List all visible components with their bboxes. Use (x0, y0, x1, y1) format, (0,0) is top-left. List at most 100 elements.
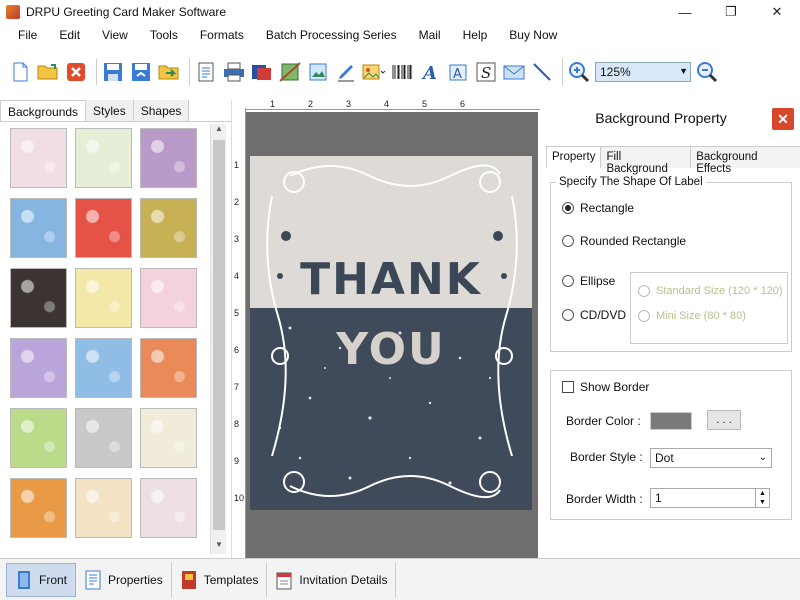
thumbnail-bg-flowers-orange[interactable] (10, 478, 67, 538)
minimize-button[interactable]: — (662, 0, 708, 24)
ruler-tick-label: 2 (308, 99, 314, 109)
print-preview-icon[interactable] (250, 60, 274, 84)
radio-rounded-rectangle[interactable]: Rounded Rectangle (562, 234, 686, 248)
thumbnail-scrollbar[interactable]: ▲ ▼ (210, 124, 226, 554)
tab-styles[interactable]: Styles (86, 100, 134, 121)
horizontal-ruler: 1 2 3 4 5 6 (240, 99, 540, 110)
save-icon[interactable] (101, 60, 125, 84)
spinner-arrows-icon[interactable]: ▲ ▼ (755, 489, 769, 507)
mail-icon[interactable] (502, 60, 526, 84)
show-border-checkbox[interactable]: Show Border (562, 380, 649, 394)
scroll-up-icon[interactable]: ▲ (211, 124, 227, 138)
radio-standard-size[interactable]: Standard Size (120 * 120) (638, 285, 783, 297)
print-icon[interactable] (222, 60, 246, 84)
menu-edit[interactable]: Edit (45, 28, 88, 42)
app-icon (6, 5, 20, 19)
menu-help[interactable]: Help (449, 28, 496, 42)
close-doc-icon[interactable] (64, 60, 88, 84)
radio-cd-dvd[interactable]: CD/DVD (562, 308, 626, 322)
close-panel-button[interactable]: ✕ (772, 108, 794, 130)
menu-tools[interactable]: Tools (136, 28, 186, 42)
radio-rectangle[interactable]: Rectangle (562, 201, 634, 215)
menu-batch-processing[interactable]: Batch Processing Series (252, 28, 405, 42)
thumbnail-bg-autumn-leaves[interactable] (140, 198, 197, 258)
maximize-button[interactable]: ❐ (708, 0, 754, 24)
toolbar-separator (96, 59, 97, 85)
picture-icon[interactable] (362, 60, 386, 84)
vertical-ruler: 1 2 3 4 5 6 7 8 9 10 (232, 108, 246, 558)
thumbnail-bg-gift-boxes[interactable] (140, 268, 197, 328)
barcode-icon[interactable] (390, 60, 414, 84)
checkbox-label: Show Border (580, 380, 650, 394)
export-icon[interactable] (157, 60, 181, 84)
text-art-icon[interactable]: A (418, 60, 442, 84)
thumbnail-bg-candies[interactable] (140, 408, 197, 468)
radio-indicator (638, 310, 650, 322)
thumbnail-bg-dark-roses[interactable] (10, 268, 67, 328)
thumbnail-bg-light-floral[interactable] (140, 478, 197, 538)
thumbnail-bg-purple-flowers[interactable] (140, 128, 197, 188)
thumbnail-bg-strawberries[interactable] (75, 198, 132, 258)
properties-icon (85, 570, 101, 589)
thumbnail-bg-teddy-card[interactable] (75, 478, 132, 538)
close-window-button[interactable]: ✕ (754, 0, 800, 24)
greeting-card[interactable]: THANK YOU (250, 156, 532, 510)
ruler-tick-label: 5 (422, 99, 428, 109)
menu-formats[interactable]: Formats (186, 28, 252, 42)
checkbox-box (562, 381, 574, 393)
tab-property[interactable]: Property (546, 146, 602, 168)
toolbar-separator (562, 59, 563, 85)
zoom-level-select[interactable]: 125% ▼ (595, 62, 691, 82)
menu-file[interactable]: File (4, 28, 45, 42)
line-icon[interactable] (530, 60, 554, 84)
border-style-select[interactable]: Dot ⌄ (650, 448, 772, 468)
save-as-icon[interactable] (129, 60, 153, 84)
thumbnail-bg-snowflakes[interactable] (75, 338, 132, 398)
menu-buy-now[interactable]: Buy Now (495, 28, 565, 42)
thumbnail-bg-christmas-trees[interactable] (10, 408, 67, 468)
page-setup-icon[interactable] (194, 60, 218, 84)
ruler-tick-label: 4 (384, 99, 390, 109)
tab-shapes[interactable]: Shapes (133, 100, 190, 121)
text-icon[interactable]: A (446, 60, 470, 84)
signature-icon[interactable]: S (474, 60, 498, 84)
invitation-details-label: Invitation Details (299, 572, 388, 587)
radio-label: Mini Size (80 * 80) (656, 310, 746, 322)
border-color-picker-button[interactable]: . . . (707, 410, 741, 430)
thumbnail-bg-gray-heart[interactable] (75, 408, 132, 468)
menu-view[interactable]: View (88, 28, 136, 42)
front-label: Front (39, 572, 68, 587)
bottom-view-bar: Front Properties Templates Invitation De… (0, 558, 800, 600)
thumbnail-bg-floral-mandala[interactable] (10, 338, 67, 398)
templates-button[interactable]: Templates (172, 562, 268, 597)
card-text-line2[interactable]: YOU (250, 324, 532, 375)
scroll-down-icon[interactable]: ▼ (211, 540, 227, 554)
tab-fill-background[interactable]: Fill Background (600, 146, 692, 175)
thumbnail-bg-green-leaves[interactable] (75, 128, 132, 188)
image-icon[interactable] (278, 60, 302, 84)
radio-mini-size[interactable]: Mini Size (80 * 80) (638, 310, 746, 322)
properties-button[interactable]: Properties (76, 562, 172, 597)
menu-mail[interactable]: Mail (405, 28, 449, 42)
design-canvas-area: 123456 1 2 3 4 5 6 7 8 9 10 THANK YOU (232, 99, 540, 558)
zoom-in-icon[interactable] (567, 60, 591, 84)
zoom-out-icon[interactable] (695, 60, 719, 84)
front-button[interactable]: Front (6, 562, 77, 597)
thumbnail-bg-colorful-dots[interactable] (75, 268, 132, 328)
thumbnail-bg-blue-sky[interactable] (10, 198, 67, 258)
border-width-stepper[interactable]: 1 ▲ ▼ (650, 488, 770, 508)
border-color-swatch[interactable] (650, 412, 692, 430)
tab-backgrounds[interactable]: Backgrounds (0, 100, 87, 121)
card-text-line1[interactable]: THANK (250, 254, 532, 305)
pen-icon[interactable] (334, 60, 358, 84)
thumbnail-bg-pink-butterflies[interactable] (10, 128, 67, 188)
open-icon[interactable] (36, 60, 60, 84)
thumbnail-bg-orange-circles[interactable] (140, 338, 197, 398)
new-icon[interactable] (8, 60, 32, 84)
radio-ellipse[interactable]: Ellipse (562, 274, 615, 288)
tab-background-effects[interactable]: Background Effects (690, 146, 800, 175)
insert-image-icon[interactable] (306, 60, 330, 84)
shape-group-label: Specify The Shape Of Label (556, 176, 706, 188)
invitation-details-button[interactable]: Invitation Details (267, 562, 397, 597)
scroll-thumb[interactable] (213, 140, 225, 530)
